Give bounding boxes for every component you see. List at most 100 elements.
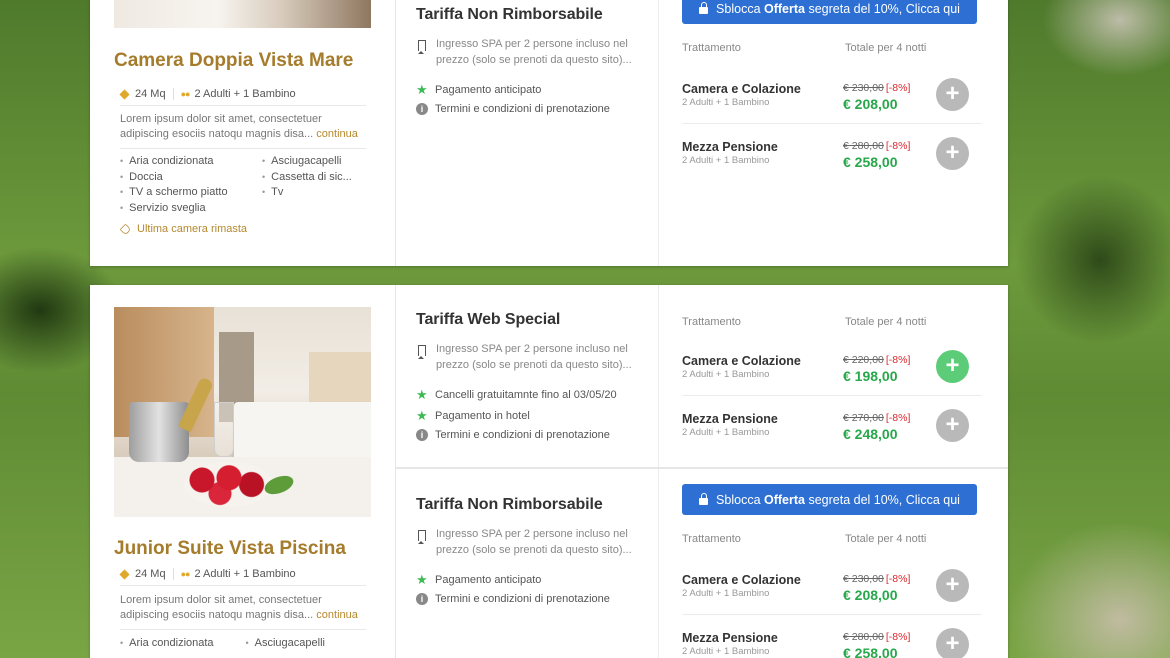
col-total: Totale per 4 notti — [845, 316, 927, 328]
condition-text: Pagamento anticipato — [435, 84, 542, 96]
terms-link[interactable]: i Termini e condizioni di prenotazione — [416, 593, 638, 605]
feature-item: Asciugacapelli — [246, 636, 372, 652]
continue-link[interactable]: continua — [316, 609, 358, 621]
price-header: Trattamento Totale per 4 notti — [682, 533, 982, 545]
notice-text: Ultima camera rimasta — [137, 223, 248, 235]
terms-text[interactable]: Termini e condizioni di prenotazione — [435, 593, 610, 605]
board-guests: 2 Adulti + 1 Bambino — [682, 96, 770, 108]
room-title[interactable]: Junior Suite Vista Piscina — [114, 538, 371, 560]
room-description: Lorem ipsum dolor sit amet, consectetuer… — [120, 586, 366, 630]
price-header: Trattamento Totale per 4 notti — [682, 42, 982, 54]
room-features: Aria condizionata Doccia TV a schermo pi… — [120, 148, 404, 216]
terms-link[interactable]: i Termini e condizioni di prenotazione — [416, 429, 638, 441]
divider — [172, 568, 174, 580]
photo-detail — [184, 462, 274, 507]
board-option: Mezza Pensione 2 Adulti + 1 Bambino € 28… — [682, 615, 982, 658]
feature-item: TV a schermo piatto — [120, 185, 262, 201]
info-icon: i — [416, 103, 428, 115]
unlock-bold: Offerta — [764, 1, 805, 16]
feature-item: Aria condizionata — [120, 154, 262, 170]
board-name: Camera e Colazione — [682, 353, 801, 368]
old-price: € 280,00 — [843, 140, 884, 152]
room-meta: 24 Mq ●● 2 Adulti + 1 Bambino — [119, 80, 366, 106]
board-guests: 2 Adulti + 1 Bambino — [682, 368, 770, 380]
new-price: € 248,00 — [843, 426, 898, 442]
board-guests: 2 Adulti + 1 Bambino — [682, 587, 770, 599]
condition-item: ★ Pagamento anticipato — [416, 82, 638, 98]
board-guests: 2 Adulti + 1 Bambino — [682, 155, 770, 166]
included-text: Ingresso SPA per 2 persone incluso nel p… — [436, 343, 632, 371]
rate-prices: Trattamento Totale per 4 notti Camera e … — [659, 285, 1008, 467]
room-guests: 2 Adulti + 1 Bambino — [194, 568, 296, 580]
option-name: Mezza Pensione 2 Adulti + 1 Bambino — [682, 412, 843, 438]
board-name: Camera e Colazione — [682, 81, 801, 96]
add-plus-icon[interactable]: + — [936, 569, 969, 602]
terms-text[interactable]: Termini e condizioni di prenotazione — [435, 429, 610, 441]
new-price: € 258,00 — [843, 645, 898, 658]
room-photo[interactable] — [114, 0, 371, 28]
board-option: Camera e Colazione 2 Adulti + 1 Bambino … — [682, 66, 982, 124]
old-price: € 220,00 — [843, 353, 884, 366]
description-text: Lorem ipsum dolor sit amet, consectetuer… — [120, 594, 322, 621]
room-title[interactable]: Camera Doppia Vista Mare — [114, 50, 353, 72]
room-info: Camera Doppia Vista Mare 24 Mq ●● 2 Adul… — [90, 0, 396, 266]
unlock-prefix: Sblocca — [716, 492, 764, 507]
lock-icon — [699, 2, 709, 14]
room-photo[interactable] — [114, 307, 371, 517]
included-note: Ingresso SPA per 2 persone incluso nel p… — [416, 342, 638, 373]
option-name: Mezza Pensione 2 Adulti + 1 Bambino — [682, 631, 843, 657]
options-list: Camera e Colazione 2 Adulti + 1 Bambino … — [682, 557, 982, 658]
terms-text[interactable]: Termini e condizioni di prenotazione — [435, 103, 610, 115]
photo-detail — [309, 352, 371, 407]
rate-prices: Sblocca Offerta segreta del 10%, Clicca … — [659, 469, 1008, 658]
rate-block: Tariffa Non Rimborsabile Ingresso SPA pe… — [396, 467, 1008, 658]
add-plus-icon[interactable]: + — [936, 350, 969, 383]
photo-detail — [234, 402, 371, 462]
description-text: Lorem ipsum dolor sit amet, consectetuer… — [120, 113, 322, 140]
board-guests: 2 Adulti + 1 Bambino — [682, 646, 770, 657]
add-plus-icon[interactable]: + — [936, 408, 969, 442]
star-icon: ★ — [416, 408, 428, 423]
room-features: Aria condizionata Asciugacapelli — [120, 630, 371, 652]
add-plus-icon[interactable]: + — [936, 78, 969, 111]
option-price: € 230,00 [-8%] € 208,00 — [843, 569, 936, 603]
terms-link[interactable]: i Termini e condizioni di prenotazione — [416, 103, 638, 115]
rate-info: Tariffa Web Special Ingresso SPA per 2 p… — [396, 285, 659, 467]
star-icon: ★ — [416, 572, 428, 587]
rate-prices: Sblocca Offerta segreta del 10%, Clicca … — [659, 0, 1008, 266]
options-list: Camera e Colazione 2 Adulti + 1 Bambino … — [682, 66, 982, 182]
room-description: Lorem ipsum dolor sit amet, consectetuer… — [120, 105, 366, 149]
rate-info: Tariffa Non Rimborsabile Ingresso SPA pe… — [396, 0, 659, 266]
discount: [-8%] — [885, 631, 911, 643]
condition-text: Cancelli gratuitamnte fino al 03/05/20 — [435, 389, 617, 401]
condition-item: ★ Cancelli gratuitamnte fino al 03/05/20 — [416, 387, 638, 403]
board-option: Mezza Pensione 2 Adulti + 1 Bambino € 27… — [682, 396, 982, 454]
board-guests: 2 Adulti + 1 Bambino — [682, 427, 770, 438]
option-price: € 280,00 [-8%] € 258,00 — [843, 627, 936, 658]
option-name: Camera e Colazione 2 Adulti + 1 Bambino — [682, 82, 843, 108]
new-price: € 208,00 — [843, 586, 898, 603]
new-price: € 198,00 — [843, 367, 898, 384]
unlock-suffix: segreta del 10%, Clicca qui — [804, 492, 960, 507]
add-plus-icon[interactable]: + — [936, 136, 969, 170]
room-guests: 2 Adulti + 1 Bambino — [194, 88, 296, 100]
col-total: Totale per 4 notti — [845, 533, 927, 545]
col-treatment: Trattamento — [682, 533, 741, 545]
option-price: € 270,00 [-8%] € 248,00 — [843, 408, 936, 442]
room-info: Junior Suite Vista Piscina 24 Mq ●● 2 Ad… — [90, 285, 396, 658]
lock-icon — [699, 493, 709, 505]
people-icon: ●● — [180, 569, 191, 579]
unlock-offer-button[interactable]: Sblocca Offerta segreta del 10%, Clicca … — [682, 0, 977, 24]
rate-name: Tariffa Non Rimborsabile — [416, 6, 603, 23]
info-icon: i — [416, 593, 428, 605]
board-name: Mezza Pensione — [682, 140, 778, 154]
tag-icon — [119, 223, 132, 235]
unlock-offer-button[interactable]: Sblocca Offerta segreta del 10%, Clicca … — [682, 484, 977, 515]
included-text: Ingresso SPA per 2 persone incluso nel p… — [436, 528, 632, 556]
rate-block: Tariffa Non Rimborsabile Ingresso SPA pe… — [396, 0, 1008, 266]
discount: [-8%] — [885, 140, 911, 152]
add-plus-icon[interactable]: + — [936, 627, 969, 658]
rates-panel: Tariffa Non Rimborsabile Ingresso SPA pe… — [396, 0, 1008, 266]
rate-name: Tariffa Non Rimborsabile — [416, 496, 603, 513]
continue-link[interactable]: continua — [316, 128, 358, 140]
